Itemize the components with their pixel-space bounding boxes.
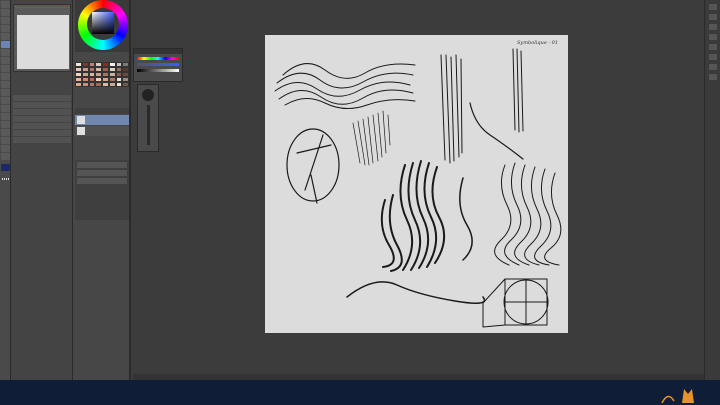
- saturation-value-square[interactable]: [92, 12, 114, 34]
- color-swatch[interactable]: [108, 82, 116, 87]
- text-tool-icon[interactable]: [1, 129, 10, 136]
- color-and-layer-column: [73, 0, 131, 380]
- brush-size-slider[interactable]: [146, 105, 150, 145]
- brush-tool-icon[interactable]: [1, 57, 10, 64]
- tool-palette: [0, 0, 11, 380]
- eraser-tool-icon[interactable]: [1, 73, 10, 80]
- layer-row-paper[interactable]: [75, 126, 129, 136]
- color-set-panel: [75, 62, 129, 102]
- command-icon[interactable]: [708, 64, 717, 70]
- eyedropper-tool-icon[interactable]: [1, 153, 10, 160]
- command-icon[interactable]: [708, 34, 717, 40]
- command-icon[interactable]: [708, 54, 717, 60]
- brush-size-panel: [137, 84, 159, 152]
- sub-panel-row[interactable]: [77, 170, 127, 176]
- layer-thumbnail: [77, 116, 85, 124]
- color-swatch[interactable]: [81, 82, 89, 87]
- navigator-thumbnail[interactable]: [17, 15, 69, 69]
- brush-size-preview: [142, 89, 154, 101]
- stabilization-row[interactable]: [13, 116, 71, 122]
- color-swatch[interactable]: [122, 82, 129, 87]
- move-layer-tool-icon[interactable]: [1, 25, 10, 32]
- color-slider-title: [134, 49, 182, 54]
- color-wheel-panel: [75, 0, 129, 52]
- sub-panel-row[interactable]: [77, 178, 127, 184]
- figure-tool-icon[interactable]: [1, 105, 10, 112]
- clip-studio-window: Symbolique - 01: [0, 0, 720, 380]
- operation-tool-icon[interactable]: [1, 17, 10, 24]
- frame-tool-icon[interactable]: [1, 113, 10, 120]
- ruler-tool-icon[interactable]: [1, 121, 10, 128]
- layer-panel-header: [75, 108, 129, 114]
- brush-tip-row[interactable]: [13, 123, 71, 129]
- airbrush-tool-icon[interactable]: [1, 65, 10, 72]
- drawing-canvas[interactable]: Symbolique - 01: [265, 35, 568, 333]
- sub-tool-detail-panel: [75, 160, 129, 220]
- navigator-view-frame: [16, 7, 70, 8]
- main-color-swatch[interactable]: [1, 164, 10, 171]
- tool-property-panel: [13, 95, 71, 144]
- ink-row[interactable]: [13, 137, 71, 143]
- transparent-color-icon[interactable]: [2, 178, 9, 180]
- gradient-tool-icon[interactable]: [1, 97, 10, 104]
- command-icon[interactable]: [708, 24, 717, 30]
- navigator-panel-column: [11, 0, 73, 380]
- color-swatch[interactable]: [75, 82, 82, 87]
- layer-row-ink[interactable]: [75, 115, 129, 125]
- anti-aliasing-row[interactable]: [13, 109, 71, 115]
- balloon-tool-icon[interactable]: [1, 137, 10, 144]
- correct-line-tool-icon[interactable]: [1, 145, 10, 152]
- sketch-strokes: [274, 48, 562, 328]
- pencil-tool-icon[interactable]: [1, 49, 10, 56]
- color-swatch[interactable]: [88, 82, 96, 87]
- selection-tool-icon[interactable]: [1, 33, 10, 40]
- value-slider[interactable]: [137, 69, 179, 72]
- color-wheel[interactable]: [78, 0, 128, 50]
- color-swatch[interactable]: [115, 82, 123, 87]
- pen-tool-icon[interactable]: [1, 41, 10, 48]
- taskbar: [0, 380, 720, 405]
- layer-panel: [75, 108, 129, 136]
- layer-thumbnail: [77, 127, 85, 135]
- navigator-panel: [13, 4, 71, 72]
- color-slider-panel: [133, 48, 183, 82]
- right-command-bar: [704, 0, 720, 380]
- saturation-slider[interactable]: [137, 63, 179, 66]
- command-icon[interactable]: [708, 14, 717, 20]
- command-icon[interactable]: [708, 44, 717, 50]
- color-swatch[interactable]: [102, 82, 109, 87]
- brush-size-row[interactable]: [13, 95, 71, 101]
- brush-density-row[interactable]: [13, 102, 71, 108]
- hue-slider[interactable]: [137, 57, 179, 60]
- command-icon[interactable]: [708, 4, 717, 10]
- fox-logo-icon: [661, 389, 694, 404]
- fill-tool-icon[interactable]: [1, 89, 10, 96]
- zoom-tool-icon[interactable]: [1, 1, 10, 8]
- sub-panel-row[interactable]: [77, 162, 127, 168]
- command-icon[interactable]: [708, 74, 717, 80]
- texture-row[interactable]: [13, 130, 71, 136]
- blend-tool-icon[interactable]: [1, 81, 10, 88]
- color-swatch[interactable]: [95, 82, 102, 87]
- move-tool-icon[interactable]: [1, 9, 10, 16]
